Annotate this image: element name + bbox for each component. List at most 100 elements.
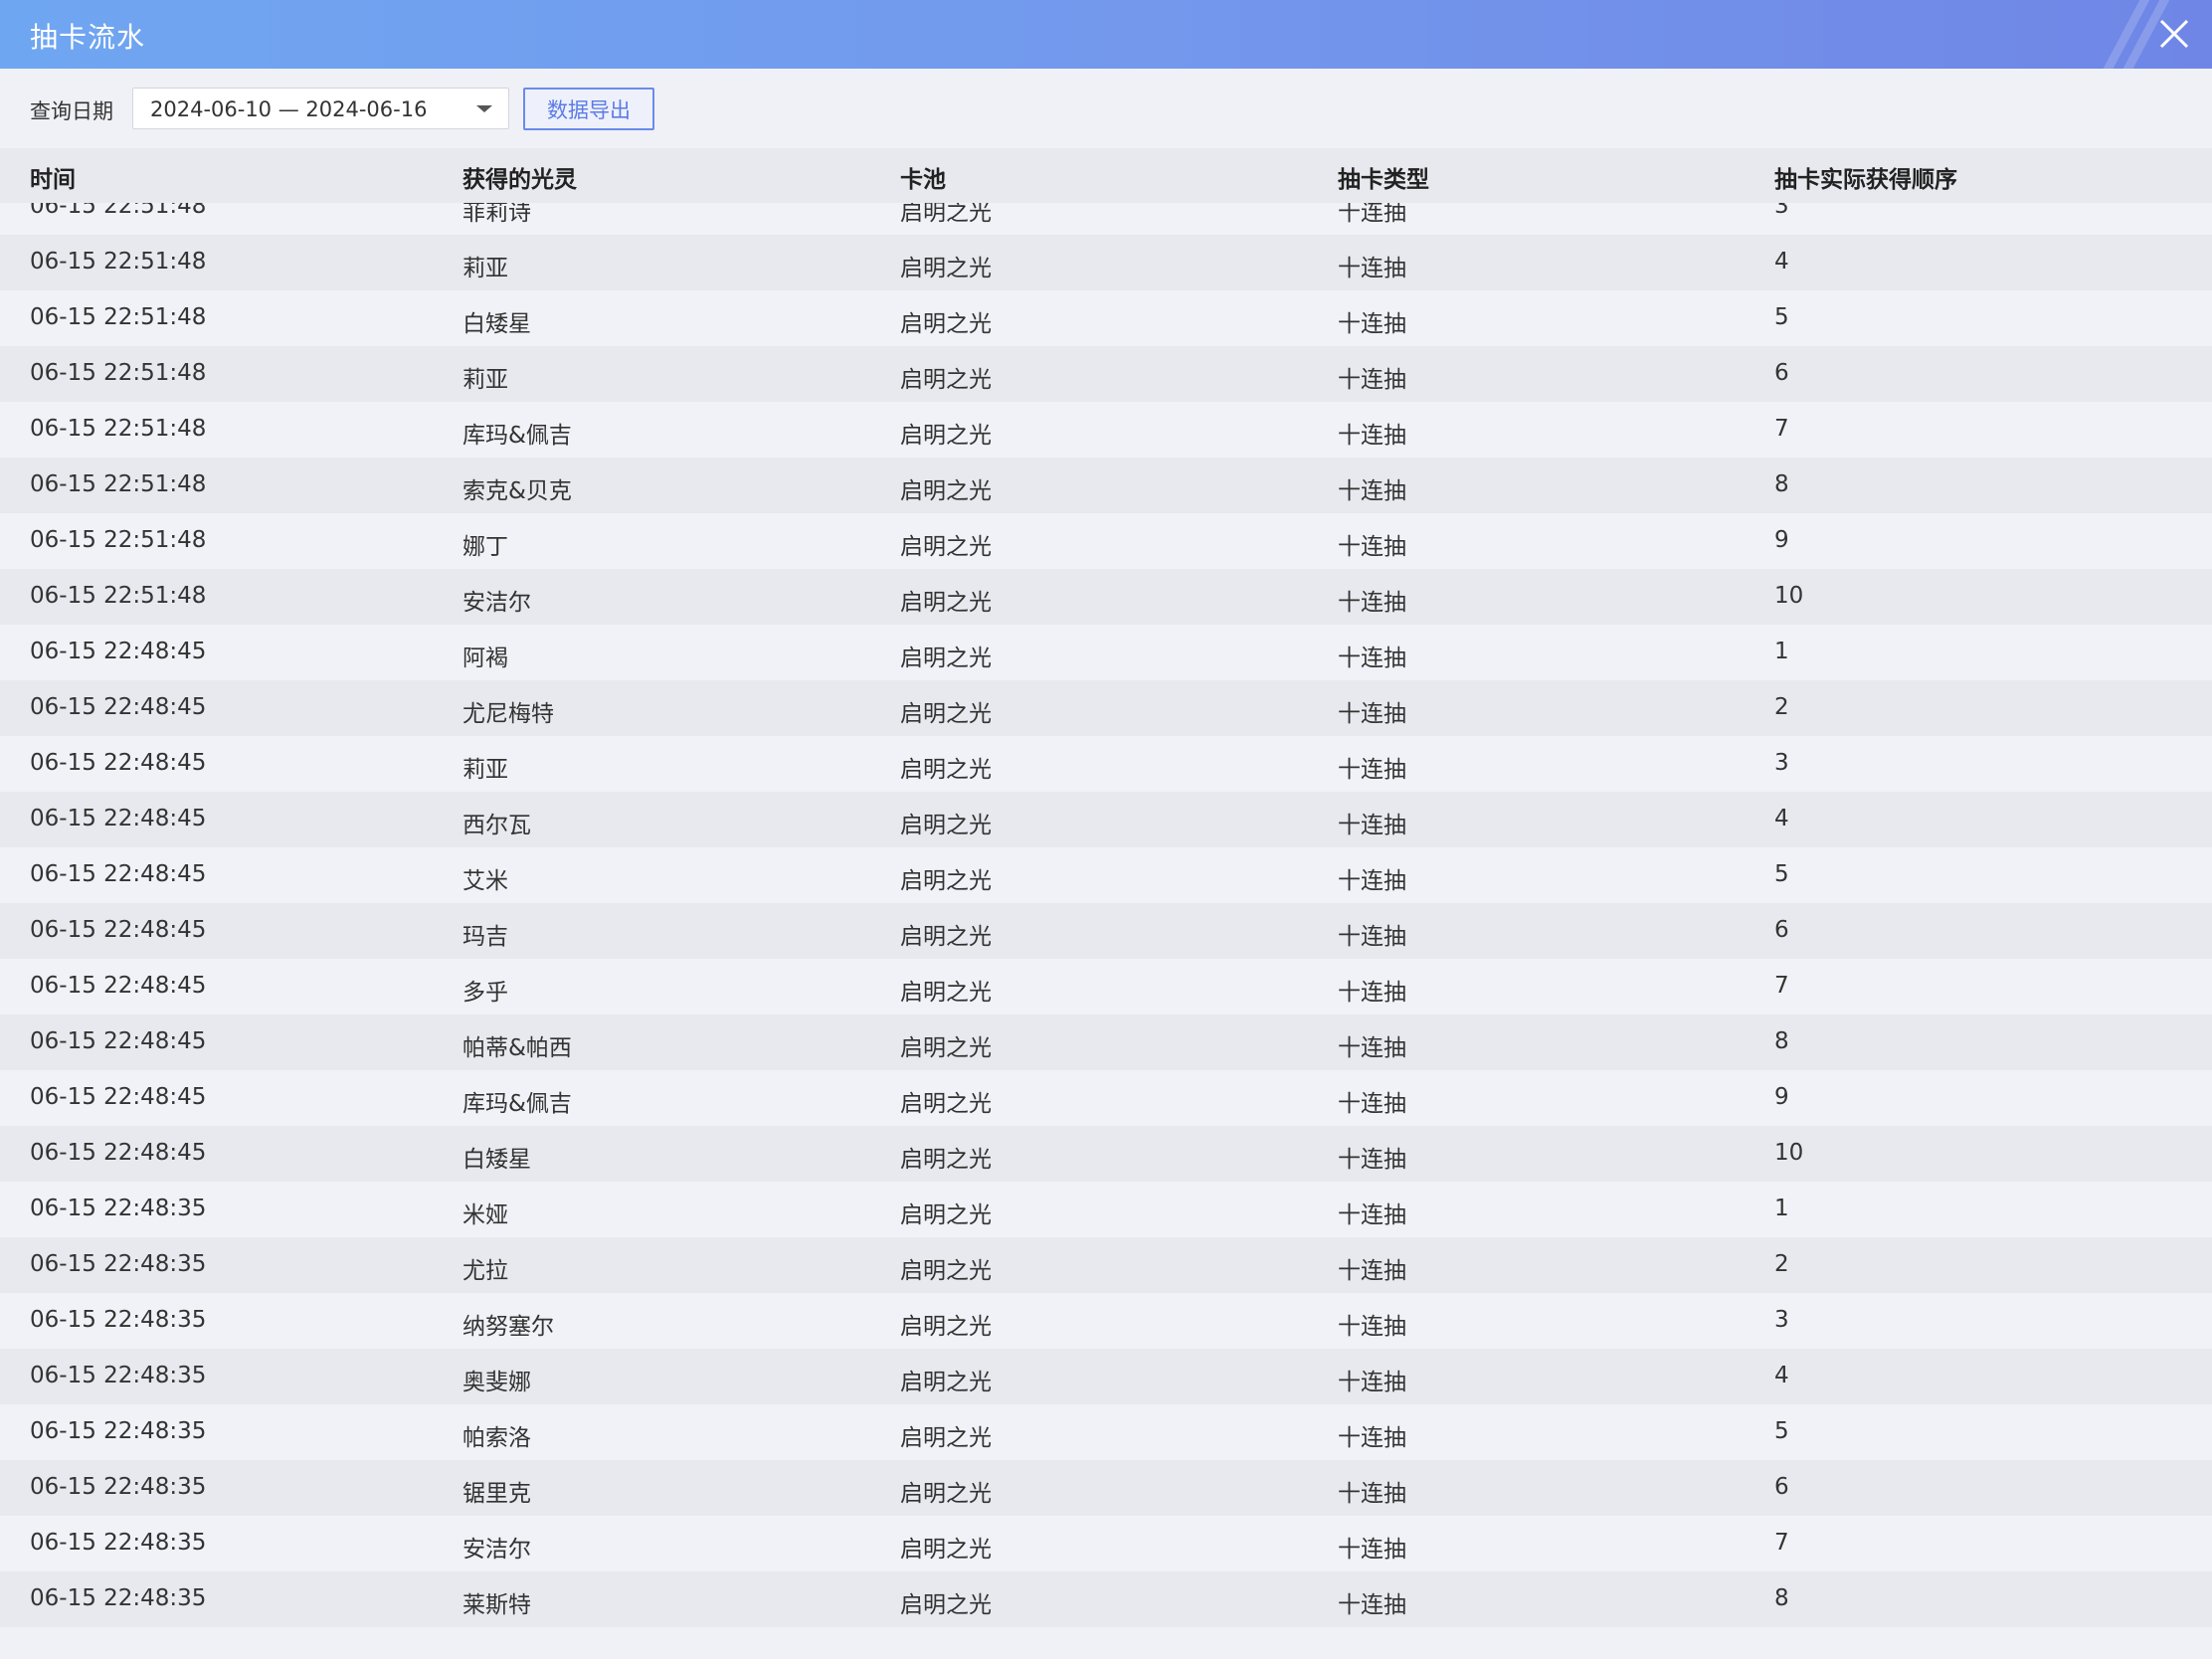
table-row[interactable]: 06-15 22:48:35 安洁尔 启明之光 十连抽 7: [0, 1516, 2212, 1571]
cell-order: 5: [1774, 861, 1789, 887]
cell-time: 06-15 22:48:35: [30, 1251, 207, 1277]
close-button[interactable]: [2138, 0, 2212, 69]
cell-order: 1: [1774, 639, 1789, 664]
cell-draw-type: 十连抽: [1338, 1258, 1406, 1284]
cell-pool: 启明之光: [900, 924, 992, 950]
cell-order: 6: [1774, 917, 1789, 943]
cell-draw-type: 十连抽: [1338, 590, 1406, 616]
cell-order: 5: [1774, 304, 1789, 330]
cell-pool: 启明之光: [900, 1258, 992, 1284]
cell-pool: 启明之光: [900, 1370, 992, 1395]
table-row[interactable]: 06-15 22:51:48 莉亚 启明之光 十连抽 6: [0, 346, 2212, 402]
table-row[interactable]: 06-15 22:48:45 多乎 启明之光 十连抽 7: [0, 959, 2212, 1014]
cell-pool: 启明之光: [900, 1091, 992, 1117]
cell-order: 4: [1774, 806, 1789, 831]
cell-character: 帕索洛: [462, 1425, 531, 1451]
cell-time: 06-15 22:48:35: [30, 1363, 207, 1388]
table-row[interactable]: 06-15 22:48:45 艾米 启明之光 十连抽 5: [0, 847, 2212, 903]
table-body[interactable]: 06-15 22:51:48 菲莉诗 启明之光 十连抽 3 06-15 22:51:48 莉…: [0, 203, 2212, 1659]
cell-time: 06-15 22:48:35: [30, 1474, 207, 1500]
column-header-time[interactable]: 时间: [30, 160, 76, 194]
table-row[interactable]: 06-15 22:51:48 库玛&佩吉 启明之光 十连抽 7: [0, 402, 2212, 458]
cell-order: 7: [1774, 973, 1789, 999]
cell-character: 纳努塞尔: [462, 1314, 554, 1340]
cell-pool: 启明之光: [900, 813, 992, 838]
cell-draw-type: 十连抽: [1338, 534, 1406, 560]
column-header-pool[interactable]: 卡池: [900, 160, 946, 194]
export-data-button[interactable]: 数据导出: [523, 88, 654, 130]
cell-pool: 启明之光: [900, 701, 992, 727]
filter-toolbar: 查询日期 2024-06-10 — 2024-06-16 数据导出: [0, 69, 2212, 148]
cell-character: 西尔瓦: [462, 813, 531, 838]
cell-draw-type: 十连抽: [1338, 701, 1406, 727]
table-header: 时间 获得的光灵 卡池 抽卡类型 抽卡实际获得顺序: [0, 148, 2212, 203]
query-date-label: 查询日期: [30, 99, 113, 123]
table-row[interactable]: 06-15 22:48:45 尤尼梅特 启明之光 十连抽 2: [0, 680, 2212, 736]
cell-order: 2: [1774, 694, 1789, 720]
table-row[interactable]: 06-15 22:51:48 莉亚 启明之光 十连抽 4: [0, 235, 2212, 290]
date-range-value: 2024-06-10 — 2024-06-16: [150, 97, 428, 121]
table-row[interactable]: 06-15 22:48:35 纳努塞尔 启明之光 十连抽 3: [0, 1293, 2212, 1349]
cell-pool: 启明之光: [900, 1147, 992, 1173]
column-header-order[interactable]: 抽卡实际获得顺序: [1774, 160, 1957, 194]
table-row[interactable]: 06-15 22:48:35 奥斐娜 启明之光 十连抽 4: [0, 1349, 2212, 1404]
cell-time: 06-15 22:51:48: [30, 304, 207, 330]
cell-character: 尤拉: [462, 1258, 508, 1284]
cell-order: 3: [1774, 750, 1789, 776]
table-row[interactable]: 06-15 22:48:35 帕索洛 启明之光 十连抽 5: [0, 1404, 2212, 1460]
cell-character: 玛吉: [462, 924, 508, 950]
table-row[interactable]: 06-15 22:51:48 菲莉诗 启明之光 十连抽 3: [0, 203, 2212, 235]
table-row[interactable]: 06-15 22:48:35 锯里克 启明之光 十连抽 6: [0, 1460, 2212, 1516]
cell-pool: 启明之光: [900, 757, 992, 783]
cell-time: 06-15 22:51:48: [30, 203, 207, 219]
cell-pool: 启明之光: [900, 478, 992, 504]
table-row[interactable]: 06-15 22:48:35 米娅 启明之光 十连抽 1: [0, 1182, 2212, 1237]
table-row[interactable]: 06-15 22:48:35 尤拉 启明之光 十连抽 2: [0, 1237, 2212, 1293]
cell-draw-type: 十连抽: [1338, 757, 1406, 783]
cell-draw-type: 十连抽: [1338, 980, 1406, 1006]
table-row[interactable]: 06-15 22:48:45 白矮星 启明之光 十连抽 10: [0, 1126, 2212, 1182]
cell-character: 尤尼梅特: [462, 701, 554, 727]
cell-time: 06-15 22:48:45: [30, 861, 207, 887]
table-row[interactable]: 06-15 22:48:45 阿褐 启明之光 十连抽 1: [0, 625, 2212, 680]
cell-character: 莱斯特: [462, 1592, 531, 1618]
date-range-picker[interactable]: 2024-06-10 — 2024-06-16: [132, 88, 509, 129]
column-header-draw-type[interactable]: 抽卡类型: [1338, 160, 1429, 194]
table-row[interactable]: 06-15 22:48:35 莱斯特 启明之光 十连抽 8: [0, 1571, 2212, 1627]
cell-time: 06-15 22:48:35: [30, 1196, 207, 1221]
cell-character: 艾米: [462, 868, 508, 894]
cell-time: 06-15 22:51:48: [30, 416, 207, 442]
table-row[interactable]: 06-15 22:48:45 西尔瓦 启明之光 十连抽 4: [0, 792, 2212, 847]
table-row[interactable]: 06-15 22:51:48 索克&贝克 启明之光 十连抽 8: [0, 458, 2212, 513]
table-row[interactable]: 06-15 22:48:45 莉亚 启明之光 十连抽 3: [0, 736, 2212, 792]
cell-time: 06-15 22:48:35: [30, 1530, 207, 1556]
cell-time: 06-15 22:51:48: [30, 249, 207, 275]
cell-draw-type: 十连抽: [1338, 1147, 1406, 1173]
table-rows: 06-15 22:51:48 菲莉诗 启明之光 十连抽 3 06-15 22:51:48 莉…: [0, 203, 2212, 1627]
cell-time: 06-15 22:48:45: [30, 1084, 207, 1110]
cell-draw-type: 十连抽: [1338, 1370, 1406, 1395]
column-header-character[interactable]: 获得的光灵: [462, 160, 577, 194]
cell-character: 莉亚: [462, 757, 508, 783]
cell-character: 库玛&佩吉: [462, 423, 572, 449]
table-row[interactable]: 06-15 22:51:48 安洁尔 启明之光 十连抽 10: [0, 569, 2212, 625]
cell-draw-type: 十连抽: [1338, 256, 1406, 281]
cell-time: 06-15 22:48:35: [30, 1307, 207, 1333]
cell-order: 8: [1774, 1585, 1789, 1611]
cell-order: 6: [1774, 1474, 1789, 1500]
cell-character: 白矮星: [462, 1147, 531, 1173]
table-row[interactable]: 06-15 22:48:45 玛吉 启明之光 十连抽 6: [0, 903, 2212, 959]
cell-draw-type: 十连抽: [1338, 1314, 1406, 1340]
cell-draw-type: 十连抽: [1338, 868, 1406, 894]
cell-time: 06-15 22:51:48: [30, 471, 207, 497]
cell-time: 06-15 22:48:35: [30, 1418, 207, 1444]
cell-time: 06-15 22:48:45: [30, 1140, 207, 1166]
table-row[interactable]: 06-15 22:48:45 库玛&佩吉 启明之光 十连抽 9: [0, 1070, 2212, 1126]
cell-pool: 启明之光: [900, 311, 992, 337]
table-row[interactable]: 06-15 22:48:45 帕蒂&帕西 启明之光 十连抽 8: [0, 1014, 2212, 1070]
table-row[interactable]: 06-15 22:51:48 娜丁 启明之光 十连抽 9: [0, 513, 2212, 569]
table-row[interactable]: 06-15 22:51:48 白矮星 启明之光 十连抽 5: [0, 290, 2212, 346]
cell-pool: 启明之光: [900, 1314, 992, 1340]
cell-draw-type: 十连抽: [1338, 367, 1406, 393]
cell-pool: 启明之光: [900, 1202, 992, 1228]
